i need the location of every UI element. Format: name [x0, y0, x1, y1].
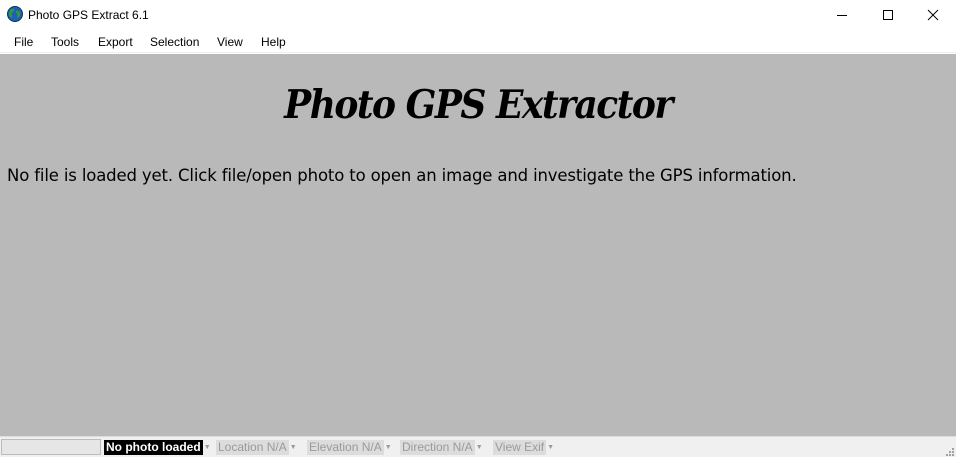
menu-tools[interactable]: Tools [51, 35, 79, 49]
minimize-button[interactable] [819, 0, 865, 30]
chevron-down-icon: ▼ [289, 444, 297, 451]
status-message: No file is loaded yet. Click file/open p… [7, 166, 797, 185]
menu-view[interactable]: View [217, 35, 243, 49]
elevation-label: Elevation N/A [307, 440, 384, 455]
direction-dropdown[interactable]: Direction N/A ▼ [400, 440, 484, 455]
photo-status-label: No photo loaded [104, 440, 203, 455]
maximize-button[interactable] [865, 0, 911, 30]
menu-selection[interactable]: Selection [150, 35, 199, 49]
title-bar: Photo GPS Extract 6.1 [0, 0, 956, 30]
status-bar: No photo loaded ▼ Location N/A ▼ Elevati… [0, 436, 956, 457]
menu-help[interactable]: Help [261, 35, 286, 49]
view-exif-dropdown[interactable]: View Exif ▼ [493, 440, 555, 455]
progress-bar [1, 439, 101, 455]
app-heading: Photo GPS Extractor [284, 82, 673, 128]
main-content: Photo GPS Extractor No file is loaded ye… [0, 54, 956, 436]
chevron-down-icon: ▼ [203, 444, 211, 451]
photo-status-dropdown[interactable]: No photo loaded ▼ [104, 440, 212, 455]
menu-export[interactable]: Export [98, 35, 133, 49]
view-exif-label: View Exif [493, 440, 547, 455]
maximize-icon [883, 10, 893, 20]
direction-label: Direction N/A [400, 440, 475, 455]
close-button[interactable] [910, 0, 956, 30]
location-label: Location N/A [216, 440, 289, 455]
chevron-down-icon: ▼ [475, 444, 483, 451]
minimize-icon [837, 15, 847, 16]
close-icon [927, 9, 939, 21]
resize-grip-icon[interactable] [944, 445, 954, 456]
window-title: Photo GPS Extract 6.1 [28, 8, 149, 22]
menu-bar: File Tools Export Selection View Help [0, 30, 956, 53]
menu-file[interactable]: File [14, 35, 33, 49]
location-dropdown[interactable]: Location N/A ▼ [216, 440, 298, 455]
elevation-dropdown[interactable]: Elevation N/A ▼ [307, 440, 393, 455]
chevron-down-icon: ▼ [384, 444, 392, 451]
globe-icon [7, 6, 23, 22]
chevron-down-icon: ▼ [547, 444, 555, 451]
